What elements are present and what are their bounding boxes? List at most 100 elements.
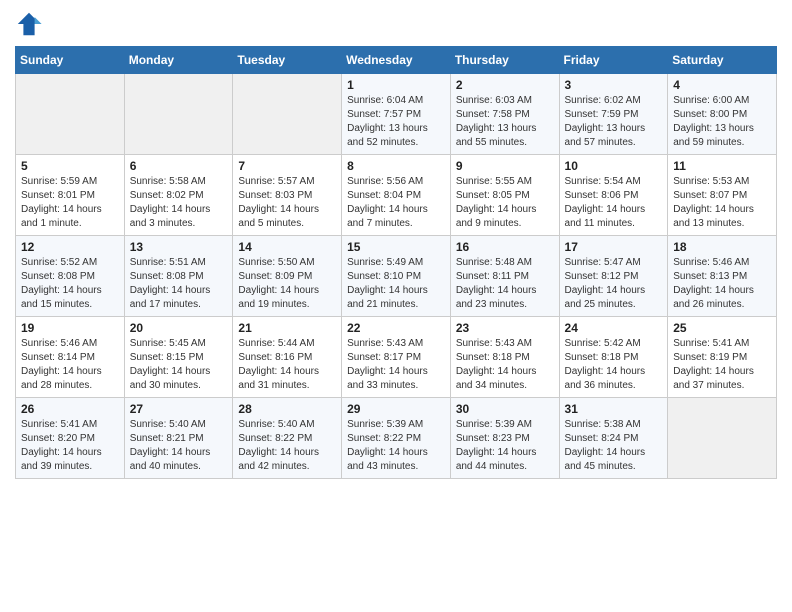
day-number: 14 <box>238 240 336 254</box>
day-info: Sunrise: 5:40 AM Sunset: 8:22 PM Dayligh… <box>238 418 336 474</box>
day-info: Sunrise: 5:58 AM Sunset: 8:02 PM Dayligh… <box>130 175 228 231</box>
day-number: 27 <box>130 402 228 416</box>
calendar-week-row: 12 Sunrise: 5:52 AM Sunset: 8:08 PM Dayli… <box>16 236 777 317</box>
calendar-cell: 8 Sunrise: 5:56 AM Sunset: 8:04 PM Daylig… <box>342 155 451 236</box>
calendar-cell <box>233 74 342 155</box>
day-of-week-header: Friday <box>559 47 668 74</box>
calendar-header-row: SundayMondayTuesdayWednesdayThursdayFrid… <box>16 47 777 74</box>
day-number: 22 <box>347 321 445 335</box>
calendar-cell <box>16 74 125 155</box>
day-info: Sunrise: 5:59 AM Sunset: 8:01 PM Dayligh… <box>21 175 119 231</box>
calendar-cell: 16 Sunrise: 5:48 AM Sunset: 8:11 PM Dayli… <box>450 236 559 317</box>
day-number: 15 <box>347 240 445 254</box>
day-number: 25 <box>673 321 771 335</box>
day-info: Sunrise: 5:57 AM Sunset: 8:03 PM Dayligh… <box>238 175 336 231</box>
calendar-cell: 11Sunrise: 5:53 AM Sunset: 8:07 PM Dayli… <box>668 155 777 236</box>
day-number: 17 <box>565 240 663 254</box>
calendar-cell: 18 Sunrise: 5:46 AM Sunset: 8:13 PM Dayli… <box>668 236 777 317</box>
calendar-cell: 14 Sunrise: 5:50 AM Sunset: 8:09 PM Dayli… <box>233 236 342 317</box>
day-info: Sunrise: 5:56 AM Sunset: 8:04 PM Dayligh… <box>347 175 445 231</box>
day-number: 20 <box>130 321 228 335</box>
day-info: Sunrise: 5:43 AM Sunset: 8:17 PM Dayligh… <box>347 337 445 393</box>
calendar-cell: 10 Sunrise: 5:54 AM Sunset: 8:06 PM Dayli… <box>559 155 668 236</box>
day-of-week-header: Wednesday <box>342 47 451 74</box>
calendar-cell <box>124 74 233 155</box>
day-number: 2 <box>456 78 554 92</box>
day-info: Sunrise: 5:54 AM Sunset: 8:06 PM Dayligh… <box>565 175 663 231</box>
day-number: 11 <box>673 159 771 173</box>
day-number: 6 <box>130 159 228 173</box>
day-number: 5 <box>21 159 119 173</box>
calendar-cell: 20 Sunrise: 5:45 AM Sunset: 8:15 PM Dayli… <box>124 317 233 398</box>
calendar-cell: 19Sunrise: 5:46 AM Sunset: 8:14 PM Dayli… <box>16 317 125 398</box>
day-of-week-header: Saturday <box>668 47 777 74</box>
day-info: Sunrise: 5:49 AM Sunset: 8:10 PM Dayligh… <box>347 256 445 312</box>
day-info: Sunrise: 5:42 AM Sunset: 8:18 PM Dayligh… <box>565 337 663 393</box>
day-number: 9 <box>456 159 554 173</box>
day-info: Sunrise: 5:50 AM Sunset: 8:09 PM Dayligh… <box>238 256 336 312</box>
header <box>15 10 777 38</box>
calendar-cell: 25 Sunrise: 5:41 AM Sunset: 8:19 PM Dayli… <box>668 317 777 398</box>
day-info: Sunrise: 6:00 AM Sunset: 8:00 PM Dayligh… <box>673 94 771 150</box>
logo <box>15 10 47 38</box>
day-info: Sunrise: 5:55 AM Sunset: 8:05 PM Dayligh… <box>456 175 554 231</box>
day-of-week-header: Tuesday <box>233 47 342 74</box>
calendar-cell: 21Sunrise: 5:44 AM Sunset: 8:16 PM Dayli… <box>233 317 342 398</box>
day-number: 3 <box>565 78 663 92</box>
calendar-week-row: 19Sunrise: 5:46 AM Sunset: 8:14 PM Dayli… <box>16 317 777 398</box>
calendar-cell: 28Sunrise: 5:40 AM Sunset: 8:22 PM Dayli… <box>233 398 342 479</box>
calendar-cell: 12 Sunrise: 5:52 AM Sunset: 8:08 PM Dayli… <box>16 236 125 317</box>
day-number: 30 <box>456 402 554 416</box>
day-info: Sunrise: 5:43 AM Sunset: 8:18 PM Dayligh… <box>456 337 554 393</box>
day-number: 18 <box>673 240 771 254</box>
day-info: Sunrise: 5:38 AM Sunset: 8:24 PM Dayligh… <box>565 418 663 474</box>
day-number: 31 <box>565 402 663 416</box>
calendar-cell: 22 Sunrise: 5:43 AM Sunset: 8:17 PM Dayli… <box>342 317 451 398</box>
day-number: 19 <box>21 321 119 335</box>
day-info: Sunrise: 5:45 AM Sunset: 8:15 PM Dayligh… <box>130 337 228 393</box>
calendar-cell: 9 Sunrise: 5:55 AM Sunset: 8:05 PM Daylig… <box>450 155 559 236</box>
day-info: Sunrise: 5:39 AM Sunset: 8:22 PM Dayligh… <box>347 418 445 474</box>
day-of-week-header: Thursday <box>450 47 559 74</box>
calendar-cell: 3 Sunrise: 6:02 AM Sunset: 7:59 PM Daylig… <box>559 74 668 155</box>
calendar-cell: 5 Sunrise: 5:59 AM Sunset: 8:01 PM Daylig… <box>16 155 125 236</box>
calendar-cell: 27 Sunrise: 5:40 AM Sunset: 8:21 PM Dayli… <box>124 398 233 479</box>
calendar-cell: 4 Sunrise: 6:00 AM Sunset: 8:00 PM Daylig… <box>668 74 777 155</box>
day-info: Sunrise: 5:46 AM Sunset: 8:13 PM Dayligh… <box>673 256 771 312</box>
calendar-table: SundayMondayTuesdayWednesdayThursdayFrid… <box>15 46 777 479</box>
day-info: Sunrise: 5:39 AM Sunset: 8:23 PM Dayligh… <box>456 418 554 474</box>
day-number: 4 <box>673 78 771 92</box>
day-info: Sunrise: 6:02 AM Sunset: 7:59 PM Dayligh… <box>565 94 663 150</box>
day-info: Sunrise: 6:04 AM Sunset: 7:57 PM Dayligh… <box>347 94 445 150</box>
day-info: Sunrise: 5:47 AM Sunset: 8:12 PM Dayligh… <box>565 256 663 312</box>
day-number: 13 <box>130 240 228 254</box>
calendar-cell: 29 Sunrise: 5:39 AM Sunset: 8:22 PM Dayli… <box>342 398 451 479</box>
day-number: 8 <box>347 159 445 173</box>
calendar-cell: 15 Sunrise: 5:49 AM Sunset: 8:10 PM Dayli… <box>342 236 451 317</box>
calendar-cell: 7 Sunrise: 5:57 AM Sunset: 8:03 PM Daylig… <box>233 155 342 236</box>
day-info: Sunrise: 5:48 AM Sunset: 8:11 PM Dayligh… <box>456 256 554 312</box>
calendar-cell: 24Sunrise: 5:42 AM Sunset: 8:18 PM Dayli… <box>559 317 668 398</box>
day-info: Sunrise: 5:52 AM Sunset: 8:08 PM Dayligh… <box>21 256 119 312</box>
calendar-cell: 30 Sunrise: 5:39 AM Sunset: 8:23 PM Dayli… <box>450 398 559 479</box>
day-info: Sunrise: 5:51 AM Sunset: 8:08 PM Dayligh… <box>130 256 228 312</box>
day-info: Sunrise: 5:41 AM Sunset: 8:20 PM Dayligh… <box>21 418 119 474</box>
day-of-week-header: Monday <box>124 47 233 74</box>
day-info: Sunrise: 5:40 AM Sunset: 8:21 PM Dayligh… <box>130 418 228 474</box>
calendar-cell: 6 Sunrise: 5:58 AM Sunset: 8:02 PM Daylig… <box>124 155 233 236</box>
day-number: 7 <box>238 159 336 173</box>
day-info: Sunrise: 5:44 AM Sunset: 8:16 PM Dayligh… <box>238 337 336 393</box>
calendar-cell: 13 Sunrise: 5:51 AM Sunset: 8:08 PM Dayli… <box>124 236 233 317</box>
calendar-week-row: 5 Sunrise: 5:59 AM Sunset: 8:01 PM Daylig… <box>16 155 777 236</box>
day-number: 16 <box>456 240 554 254</box>
calendar-cell: 17 Sunrise: 5:47 AM Sunset: 8:12 PM Dayli… <box>559 236 668 317</box>
day-number: 12 <box>21 240 119 254</box>
day-info: Sunrise: 5:41 AM Sunset: 8:19 PM Dayligh… <box>673 337 771 393</box>
calendar-cell: 1Sunrise: 6:04 AM Sunset: 7:57 PM Daylig… <box>342 74 451 155</box>
calendar-week-row: 1Sunrise: 6:04 AM Sunset: 7:57 PM Daylig… <box>16 74 777 155</box>
calendar-cell: 2Sunrise: 6:03 AM Sunset: 7:58 PM Daylig… <box>450 74 559 155</box>
day-number: 26 <box>21 402 119 416</box>
day-number: 10 <box>565 159 663 173</box>
day-number: 29 <box>347 402 445 416</box>
calendar-cell: 26 Sunrise: 5:41 AM Sunset: 8:20 PM Dayli… <box>16 398 125 479</box>
